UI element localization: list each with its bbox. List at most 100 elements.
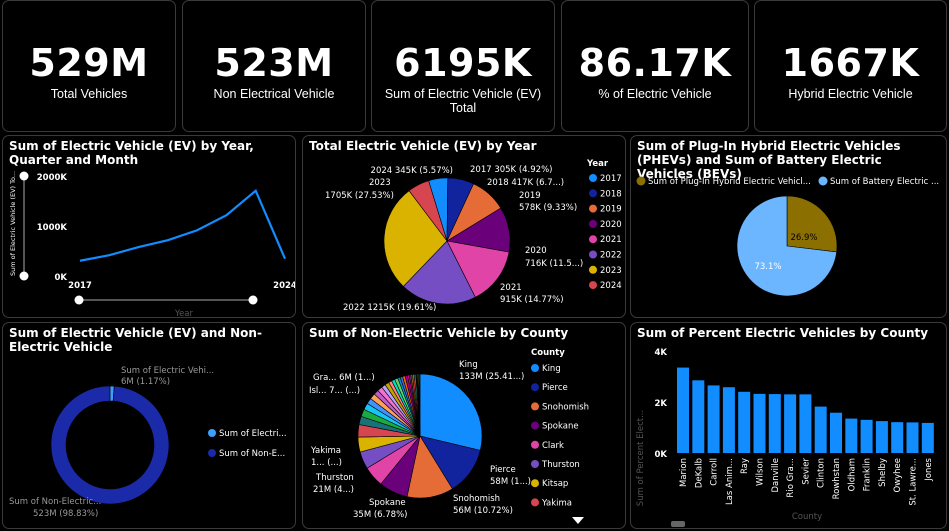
- x-scrollbar[interactable]: [671, 521, 685, 527]
- bar[interactable]: [677, 367, 689, 453]
- legend-item[interactable]: Snohomish: [542, 402, 589, 412]
- legend-dot: [589, 219, 597, 228]
- x-tick-label: Carroll: [710, 458, 720, 486]
- legend-title: Year: [586, 159, 609, 169]
- legend-dot: [636, 176, 646, 186]
- y-slider-handle-top[interactable]: [19, 171, 29, 181]
- bar[interactable]: [814, 406, 827, 453]
- donut-chart: Sum of Electric Vehi... 6M (1.17%) Sum o…: [9, 366, 287, 519]
- y-slider-handle-bottom[interactable]: [19, 271, 29, 281]
- legend-item[interactable]: Spokane: [542, 422, 579, 432]
- x-tick-label: Danville: [771, 458, 781, 493]
- y-tick-label: 2K: [654, 399, 667, 409]
- legend-item[interactable]: Sum of Battery Electric ...: [830, 177, 939, 187]
- legend-item[interactable]: 2018: [600, 189, 622, 199]
- kpi-card-total-vehicles[interactable]: 529M Total Vehicles: [2, 0, 176, 132]
- y-tick-label: 1000K: [37, 223, 68, 233]
- kpi-card-non-electrical[interactable]: 523M Non Electrical Vehicle: [182, 0, 366, 132]
- slice-label: 26.9%: [790, 233, 817, 243]
- kpi-card-ev-total[interactable]: 6195K Sum of Electric Vehicle (EV) Total: [371, 0, 555, 132]
- bar[interactable]: [845, 418, 858, 453]
- bar[interactable]: [738, 391, 751, 453]
- kpi-label: % of Electric Vehicle: [598, 87, 712, 101]
- legend-item[interactable]: 2017: [600, 174, 622, 184]
- pie-slice[interactable]: [786, 195, 838, 253]
- legend-item[interactable]: Sum of Non-E...: [219, 449, 285, 459]
- slice-label: Snohomish: [453, 494, 500, 504]
- donut-slice[interactable]: [50, 385, 170, 505]
- legend-dot: [531, 460, 539, 468]
- ev-vs-non-ev-donut-card[interactable]: Sum of Electric Vehicle (EV) and Non-Ele…: [2, 322, 296, 529]
- x-tick-label: Oldham: [847, 458, 857, 491]
- bar[interactable]: [799, 394, 812, 453]
- x-tick-label: Las Anim...: [725, 458, 735, 505]
- x-slider-track: [79, 299, 253, 301]
- x-slider-handle-left[interactable]: [74, 295, 84, 305]
- bar[interactable]: [784, 394, 797, 453]
- bar[interactable]: [722, 387, 735, 453]
- kpi-label: Hybrid Electric Vehicle: [788, 87, 913, 101]
- x-tick-label: Wilson: [756, 458, 766, 486]
- slice-label: 56M (10.72%): [453, 506, 513, 516]
- legend-dot: [589, 250, 597, 259]
- x-tick-label: 2017: [68, 281, 92, 291]
- ev-by-year-line-card[interactable]: Sum of Electric Vehicle (EV) by Year, Qu…: [2, 135, 296, 318]
- x-tick-label: Jones: [924, 457, 934, 481]
- bar[interactable]: [753, 393, 766, 453]
- bar[interactable]: [891, 422, 904, 453]
- legend-item[interactable]: Pierce: [542, 383, 568, 393]
- legend-item[interactable]: Sum of Plug-In Hybrid Electric Vehicl...: [648, 177, 811, 187]
- bar[interactable]: [860, 419, 873, 453]
- legend-item[interactable]: 2024: [600, 281, 622, 291]
- legend-item[interactable]: King: [542, 364, 561, 374]
- slice-label: Sum of Non-Electric...: [9, 497, 101, 507]
- bar[interactable]: [707, 385, 720, 453]
- legend-scroll-down-icon[interactable]: [572, 517, 584, 524]
- x-tick-label: Rio Gra...: [786, 458, 796, 498]
- slice-label: 2020: [525, 246, 547, 256]
- non-ev-by-county-pie-card[interactable]: Sum of Non-Electric Vehicle by County Ki…: [302, 322, 626, 529]
- county-bar-chart: Sum of Percent Elect... 4K 2K 0K Marion D…: [636, 348, 934, 527]
- bar[interactable]: [906, 422, 919, 453]
- slice-label: 716K (11.5...): [525, 259, 583, 269]
- slice-label: 73.1%: [754, 262, 781, 272]
- legend-item[interactable]: Yakima: [541, 498, 572, 508]
- slice-label: 523M (98.83%): [33, 509, 98, 519]
- legend-item[interactable]: Clark: [542, 441, 564, 451]
- kpi-card-percent-ev[interactable]: 86.17K % of Electric Vehicle: [561, 0, 749, 132]
- x-tick-label: Marion: [679, 458, 689, 487]
- bar[interactable]: [830, 412, 842, 453]
- slice-label: 1... (...): [311, 458, 342, 468]
- slice-label: 1705K (27.53%): [325, 191, 394, 201]
- legend-item[interactable]: 2021: [600, 235, 622, 245]
- legend-dot: [531, 383, 539, 392]
- legend-item[interactable]: 2022: [600, 251, 622, 261]
- county-pie-chart: King 133M (25.41...) Gra... 6M (1...) Is…: [309, 348, 589, 524]
- kpi-card-hybrid[interactable]: 1667K Hybrid Electric Vehicle: [754, 0, 947, 132]
- pct-ev-by-county-bar-card[interactable]: Sum of Percent Electric Vehicles by Coun…: [630, 322, 947, 529]
- x-axis-label: Year: [174, 309, 194, 318]
- bar[interactable]: [875, 421, 888, 453]
- x-slider-handle-right[interactable]: [248, 295, 258, 305]
- legend-item[interactable]: Kitsap: [542, 479, 568, 489]
- slice-label: 2024 345K (5.57%): [371, 166, 453, 176]
- phev-bev-pie-chart: Sum of Plug-In Hybrid Electric Vehicl...…: [636, 176, 939, 297]
- bar[interactable]: [768, 394, 781, 453]
- legend-dot: [208, 449, 216, 457]
- legend-item[interactable]: 2023: [600, 266, 622, 276]
- legend-item[interactable]: Thurston: [541, 460, 580, 470]
- bar[interactable]: [692, 380, 705, 453]
- legend-item[interactable]: Sum of Electri...: [219, 429, 287, 439]
- legend-item[interactable]: 2019: [600, 205, 622, 215]
- legend-dot: [531, 402, 539, 411]
- legend-item[interactable]: 2020: [600, 220, 622, 230]
- ev-by-year-pie-card[interactable]: Total Electric Vehicle (EV) by Year 2024…: [302, 135, 626, 318]
- y-tick-label: 0K: [54, 273, 67, 283]
- series-line[interactable]: [79, 188, 287, 262]
- slice-label: King: [459, 360, 478, 370]
- phev-bev-pie-card[interactable]: Sum of Plug-In Hybrid Electric Vehicles …: [630, 135, 947, 318]
- year-pie-chart: 2024 345K (5.57%) 2017 305K (4.92%) 2018…: [325, 159, 622, 313]
- line-chart: Sum of Electric Vehicle (EV) To... 2000K…: [9, 171, 295, 318]
- bar[interactable]: [921, 422, 934, 453]
- legend-dot: [531, 364, 539, 372]
